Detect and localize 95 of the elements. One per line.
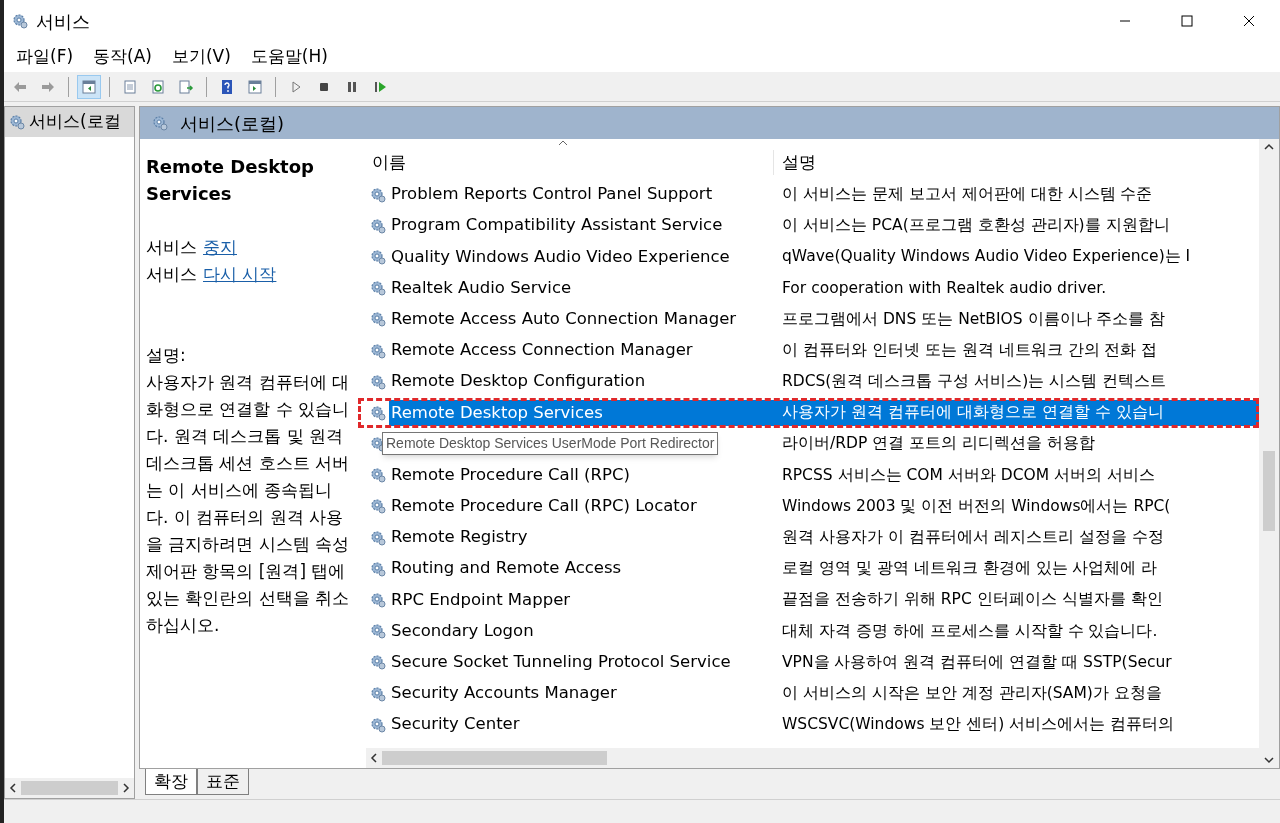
service-description: 사용자가 원격 컴퓨터에 대화형으로 연결할 수 있습니 — [774, 399, 1259, 426]
view-tab[interactable]: 확장 — [145, 769, 197, 795]
menu-item[interactable]: 도움말(H) — [242, 44, 336, 70]
scroll-thumb[interactable] — [1263, 451, 1275, 531]
gear-icon — [370, 498, 386, 515]
gear-icon — [370, 560, 386, 577]
service-description: RDCS(원격 데스크톱 구성 서비스)는 시스템 컨텍스트 — [781, 371, 1168, 393]
document-icon — [122, 78, 138, 95]
service-name[interactable]: Remote Access Auto Connection Manager — [389, 306, 774, 333]
service-name[interactable]: Realtek Audio Service — [389, 275, 774, 302]
console-tree-icon — [81, 78, 97, 95]
service-description: 이 컴퓨터와 인터넷 또는 원격 네트워크 간의 전화 접 — [781, 339, 1159, 361]
gear-icon — [370, 716, 386, 733]
down-chevron-icon — [1264, 756, 1274, 764]
service-name[interactable]: Remote Desktop Services — [389, 399, 774, 426]
menu-item[interactable]: 보기(V) — [163, 44, 239, 70]
gear-icon — [370, 592, 386, 609]
service-description: qWave(Quality Windows Audio Video Experience)는 I — [781, 246, 1192, 268]
column-header[interactable]: 이름 — [358, 149, 774, 175]
service-name[interactable]: Quality Windows Audio Video Experience — [389, 243, 774, 270]
action-link[interactable]: 중지 — [203, 234, 237, 261]
export-list-icon — [178, 78, 194, 95]
service-name[interactable]: Program Compatibility Assistant Service — [389, 212, 774, 239]
gear-icon — [370, 186, 386, 203]
description-label: 설명: — [146, 344, 187, 367]
toolbar-button[interactable] — [77, 74, 101, 99]
column-header[interactable]: 설명 — [774, 149, 1259, 175]
scroll-thumb[interactable] — [382, 751, 607, 765]
menu-item[interactable]: 파일(F) — [8, 44, 82, 70]
gear-icon — [370, 280, 386, 297]
gear-icon — [370, 685, 386, 702]
gear-icon — [370, 404, 386, 421]
gear-icon — [370, 248, 386, 265]
gear-icon — [370, 342, 386, 359]
service-description: 끝점을 전송하기 위해 RPC 인터페이스 식별자를 확인 — [781, 589, 1164, 611]
service-description: 로컬 영역 및 광역 네트워크 환경에 있는 사업체에 라 — [781, 558, 1159, 580]
service-description: For cooperation with Realtek audio driver. — [781, 277, 1108, 299]
service-description: 라이버/RDP 연결 포트의 리디렉션을 허용합 — [781, 433, 1096, 455]
right-chevron-icon — [122, 783, 130, 793]
description-text: 사용자가 원격 컴퓨터에 대화형으로 연결할 수 있습니다. 원격 데스크톱 및 원격 데스크톱 세션 호스트 서버는 이 서비스에 종속됩니다. 이 컴퓨터의 원격 사용을 금지하려면 시스템 속성 제어판 항목의 [원격] 탭에 있는 확인란의 선택을 취소하십시오. — [146, 371, 351, 637]
gear-icon — [370, 311, 386, 328]
action-label: 서비스 — [146, 263, 197, 286]
gear-icon — [370, 217, 386, 234]
service-name[interactable]: Security Accounts Manager — [389, 680, 774, 707]
service-description: 대체 자격 증명 하에 프로세스를 시작할 수 있습니다. — [781, 620, 1159, 642]
service-name[interactable]: Problem Reports Control Panel Support — [389, 181, 774, 208]
service-description: 이 서비스는 PCA(프로그램 호환성 관리자)를 지원합니 — [781, 215, 1171, 237]
action-link[interactable]: 다시 시작 — [203, 261, 277, 288]
service-description: 이 서비스의 시작은 보안 계정 관리자(SAM)가 요청을 — [781, 682, 1163, 704]
service-name[interactable]: Remote Registry — [389, 524, 774, 551]
service-title: Remote Desktop Services — [146, 155, 315, 206]
service-description: VPN을 사용하여 원격 컴퓨터에 연결할 때 SSTP(Secur — [781, 651, 1173, 673]
gear-icon — [9, 114, 25, 130]
service-description: WSCSVC(Windows 보안 센터) 서비스에서는 컴퓨터의 — [781, 714, 1176, 736]
tooltip: Remote Desktop Services UserMode Port Redirector — [382, 431, 719, 455]
service-name[interactable]: Remote Procedure Call (RPC) Locator — [389, 493, 774, 520]
service-name[interactable]: Remote Desktop Configuration — [389, 368, 774, 395]
gear-icon — [370, 654, 386, 671]
tree-item[interactable]: 서비스(로컬 — [5, 107, 134, 137]
close-icon — [1243, 15, 1255, 27]
service-name[interactable]: Routing and Remote Access — [389, 555, 774, 582]
gear-icon — [370, 467, 386, 484]
vertical-scrollbar[interactable] — [1259, 139, 1279, 768]
service-name[interactable]: Secure Socket Tunneling Protocol Service — [389, 649, 774, 676]
service-name[interactable]: Remote Access Connection Manager — [389, 337, 774, 364]
service-name[interactable]: Secondary Logon — [389, 618, 774, 645]
service-name[interactable]: Security Center — [389, 711, 774, 738]
scroll-thumb[interactable] — [21, 781, 118, 795]
left-chevron-icon — [9, 783, 17, 793]
menu-item[interactable]: 동작(A) — [85, 44, 160, 70]
horizontal-scrollbar[interactable] — [366, 748, 1259, 768]
panel-title: 서비스(로컬) — [180, 111, 285, 136]
gear-icon — [370, 623, 386, 640]
action-label: 서비스 — [146, 236, 197, 259]
service-description: 원격 사용자가 이 컴퓨터에서 레지스트리 설정을 수정 — [781, 527, 1165, 549]
help-icon — [219, 78, 235, 95]
refresh-icon — [150, 78, 166, 95]
service-description: RPCSS 서비스는 COM 서버와 DCOM 서버의 서비스 — [781, 464, 1156, 486]
view-tab[interactable]: 표준 — [197, 769, 249, 795]
gear-icon — [370, 373, 386, 390]
service-description: Windows 2003 및 이전 버전의 Windows에서는 RPC( — [781, 495, 1172, 517]
up-chevron-icon — [1264, 143, 1274, 151]
maximize-icon — [1181, 15, 1193, 27]
gear-icon — [370, 529, 386, 546]
service-description: 이 서비스는 문제 보고서 제어판에 대한 시스템 수준 — [781, 183, 1154, 205]
left-chevron-icon — [370, 753, 378, 763]
panel-icon — [247, 78, 263, 95]
service-name[interactable]: RPC Endpoint Mapper — [389, 587, 774, 614]
window-title: 서비스 — [36, 9, 90, 34]
horizontal-scrollbar[interactable] — [5, 778, 134, 798]
gear-icon — [12, 13, 28, 29]
service-description: 프로그램에서 DNS 또는 NetBIOS 이름이나 주소를 참 — [781, 308, 1167, 330]
service-name[interactable]: Remote Procedure Call (RPC) — [389, 462, 774, 489]
sort-caret-icon — [558, 139, 568, 146]
gear-icon — [152, 115, 168, 131]
